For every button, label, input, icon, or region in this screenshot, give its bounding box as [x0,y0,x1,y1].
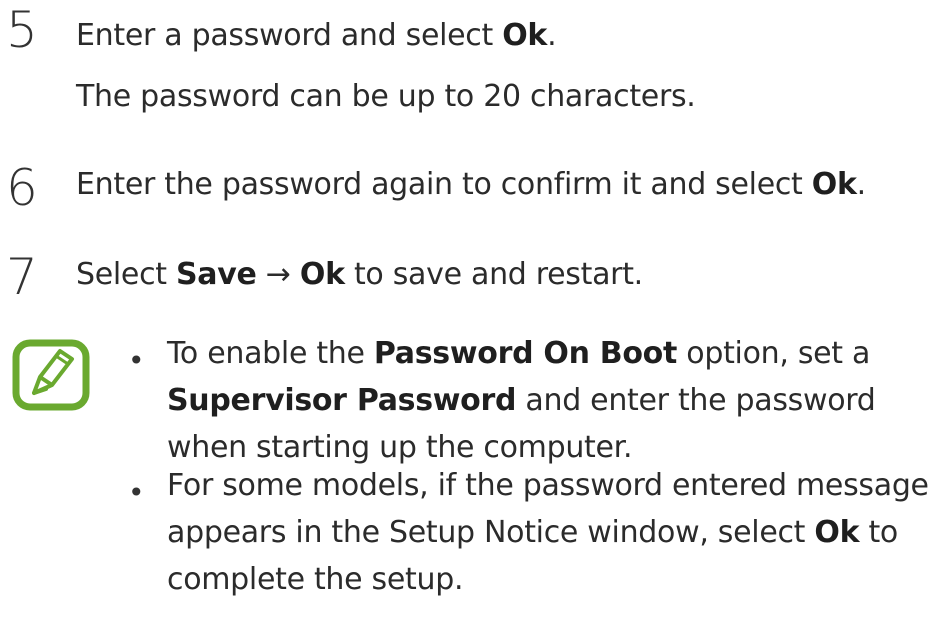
step-5-number: 5 [6,1,38,59]
note-1-password-on-boot: Password On Boot [373,336,678,371]
step-6-instruction: Enter the password again to confirm it a… [76,167,866,203]
note-2-text: For some models, if the password entered… [167,462,947,603]
step-6-text-b: . [856,167,867,202]
step-7-text-a: Select [76,257,176,292]
step-5-note: The password can be up to 20 characters. [76,79,696,114]
note-1-text: To enable the Password On Boot option, s… [167,330,947,471]
step-6-number: 6 [6,159,38,217]
note-2-ok-label: Ok [814,515,860,550]
note-pencil-icon [12,339,90,411]
manual-page: 5 Enter a password and select Ok. The pa… [0,0,950,630]
note-2-bullet: • [128,476,145,509]
note-1-text-a: To enable the [167,336,374,371]
step-7-number: 7 [6,248,38,306]
step-5-instruction: Enter a password and select Ok. [76,18,557,54]
step-5-text-a: Enter a password and select [76,18,503,53]
step-7-instruction: Select Save → Ok to save and restart. [76,257,643,293]
note-1-supervisor-password: Supervisor Password [167,383,517,418]
step-7-arrow: → [256,257,300,292]
step-5-text-b: . [547,18,557,53]
step-7-ok-label: Ok [299,257,345,292]
step-5-ok-label: Ok [502,18,548,53]
step-7-save-label: Save [176,257,257,292]
note-1-bullet: • [128,344,145,377]
step-7-text-b: to save and restart. [344,257,643,292]
note-1-text-b: option, set a [677,336,871,371]
step-6-text-a: Enter the password again to confirm it a… [76,167,812,202]
step-6-ok-label: Ok [811,167,857,202]
